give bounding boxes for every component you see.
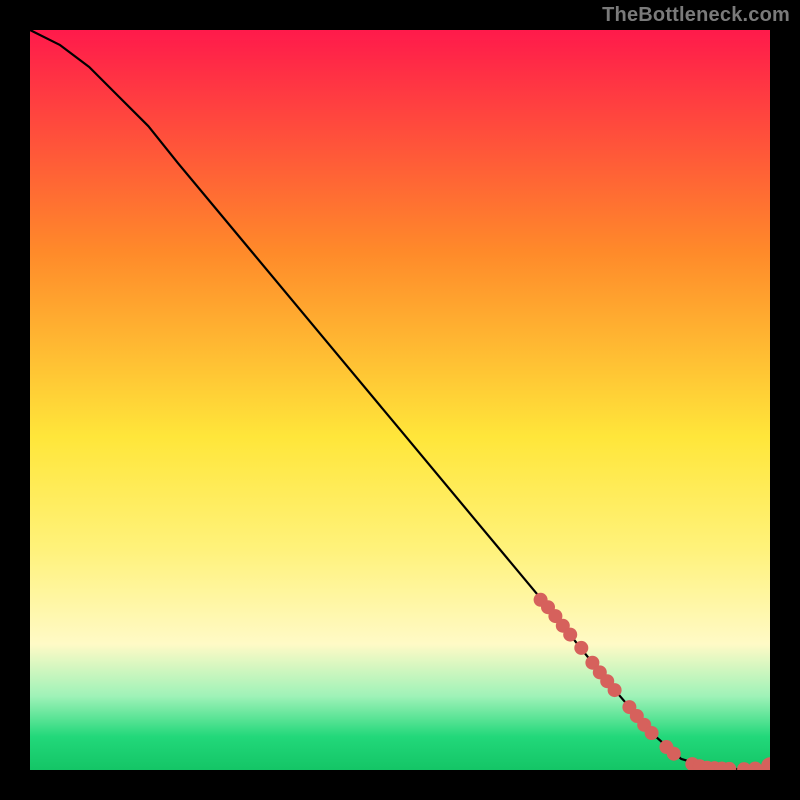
plot-area [30, 30, 770, 770]
data-marker [608, 683, 622, 697]
data-marker [574, 641, 588, 655]
data-marker [667, 747, 681, 761]
data-marker [563, 628, 577, 642]
data-marker [645, 726, 659, 740]
chart-frame: TheBottleneck.com [0, 0, 800, 800]
chart-svg [30, 30, 770, 770]
gradient-background [30, 30, 770, 770]
attribution-text: TheBottleneck.com [602, 4, 790, 27]
